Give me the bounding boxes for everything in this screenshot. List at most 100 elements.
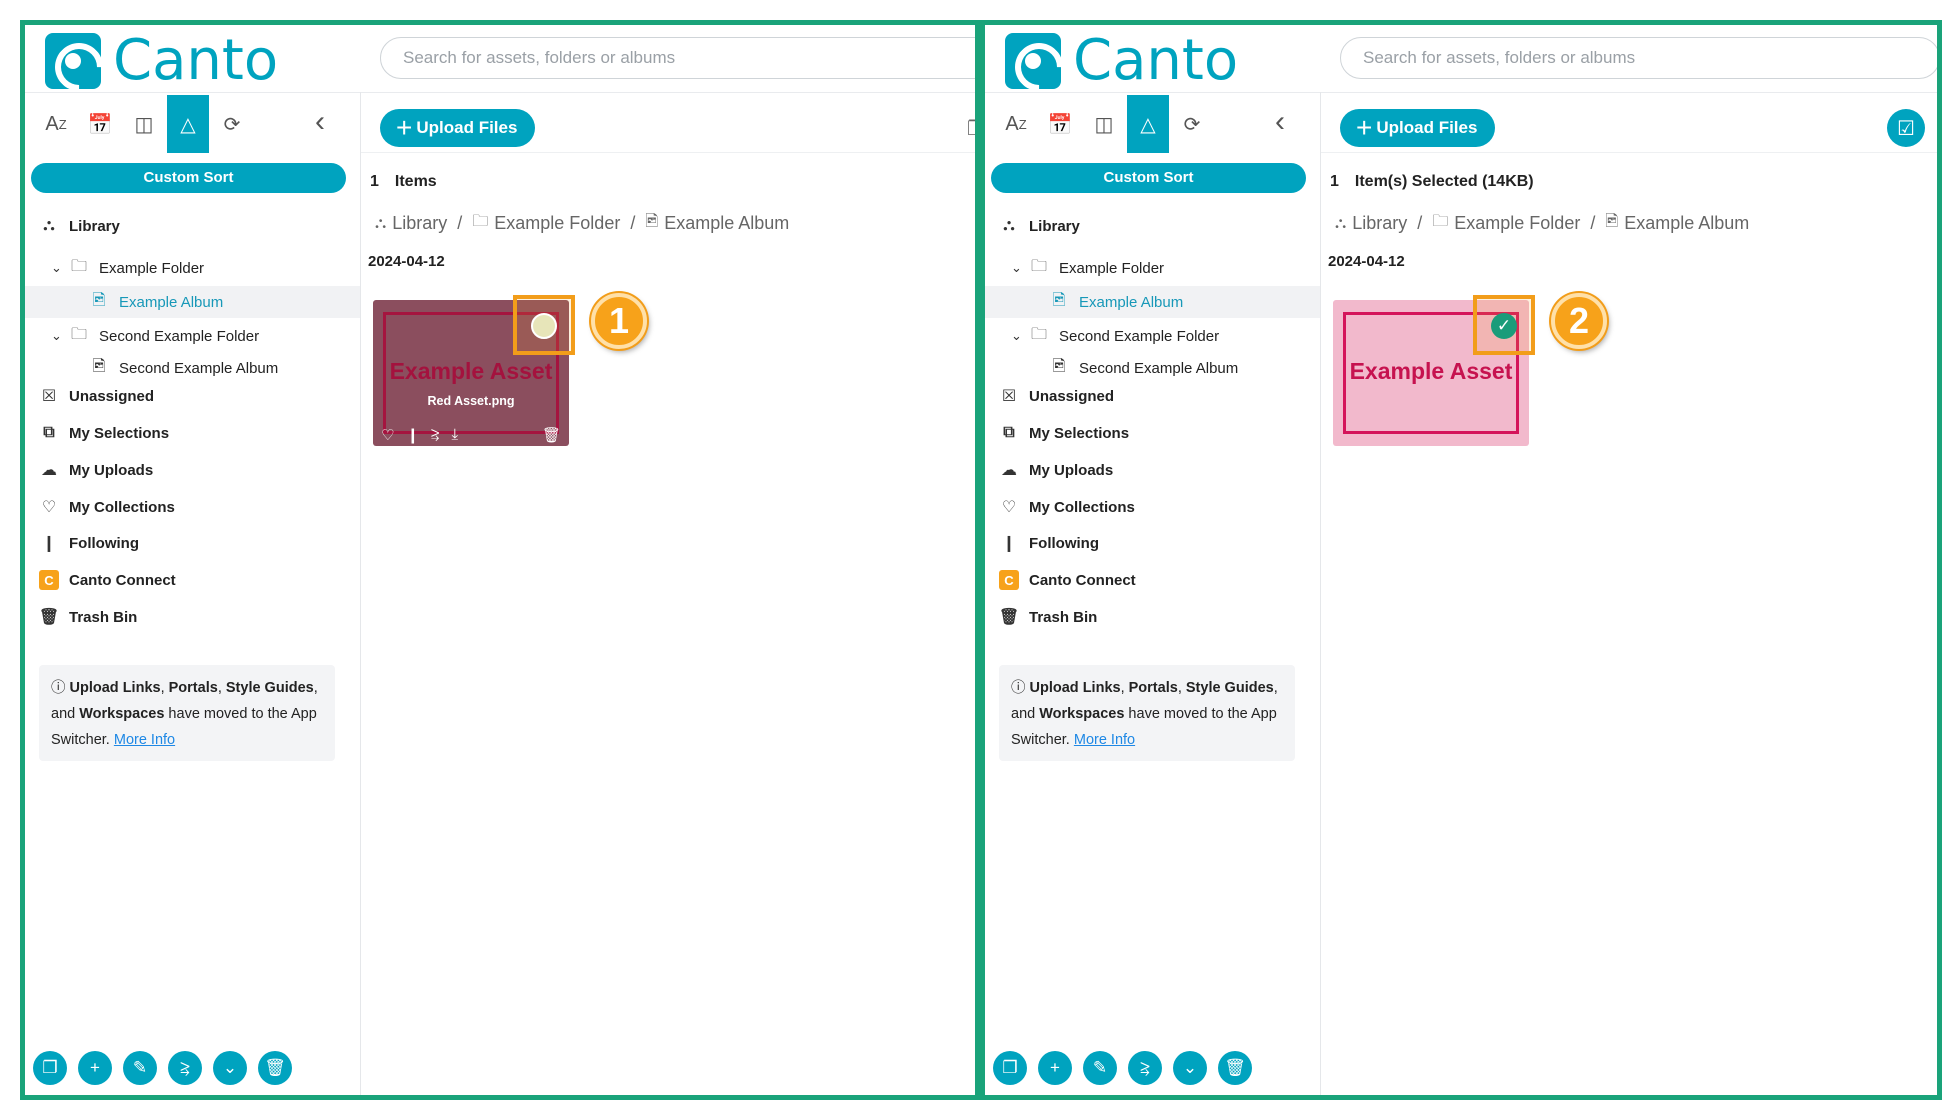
new-album-icon[interactable]: ❐ — [33, 1051, 67, 1085]
upload-cloud-icon: ☁ — [41, 462, 57, 479]
sidebar-item-library[interactable]: ⛬ Library — [25, 210, 360, 242]
new-folder-icon[interactable]: + — [78, 1051, 112, 1085]
sidebar-item-my-uploads[interactable]: ☁ My Uploads — [985, 454, 1320, 486]
sidebar-item-example-album[interactable]: 🖻 Example Album — [25, 286, 360, 318]
heart-icon[interactable]: ♡ — [381, 426, 394, 444]
folder-icon: 🗀 — [1432, 213, 1449, 230]
asset-title: Example Asset — [389, 358, 553, 384]
breadcrumb-album[interactable]: Example Album — [1624, 213, 1749, 234]
share-icon[interactable]: ⥸ — [431, 426, 439, 444]
search-input[interactable] — [380, 37, 975, 79]
upload-files-button[interactable]: + Upload Files — [380, 109, 536, 147]
sidebar-item-unassigned[interactable]: ☒ Unassigned — [25, 380, 360, 412]
sort-date-icon[interactable]: 📅 — [1039, 95, 1081, 153]
sidebar-item-following[interactable]: ❙ Following — [985, 527, 1320, 559]
new-folder-icon[interactable]: + — [1038, 1051, 1072, 1085]
sidebar-item-my-uploads[interactable]: ☁ My Uploads — [25, 454, 360, 486]
sidebar-item-canto-connect[interactable]: C Canto Connect — [985, 564, 1320, 596]
new-album-icon[interactable]: ❐ — [993, 1051, 1027, 1085]
album-icon: 🖻 — [92, 357, 106, 375]
custom-sort-button[interactable]: Custom Sort — [31, 163, 346, 193]
breadcrumb-library[interactable]: Library — [1352, 213, 1407, 234]
sort-type-icon[interactable]: △ — [167, 95, 209, 153]
chevron-down-icon[interactable]: ⌄ — [51, 260, 65, 276]
bookmark-icon: ❙ — [42, 535, 56, 552]
sort-date-icon[interactable]: 📅 — [79, 95, 121, 153]
canto-logo-icon — [45, 33, 101, 89]
folder-icon: 🗀 — [70, 257, 87, 275]
chevron-down-icon[interactable]: ⌄ — [1011, 260, 1025, 276]
sidebar-item-unassigned[interactable]: ☒ Unassigned — [985, 380, 1320, 412]
info-icon: ⓘ — [51, 680, 66, 696]
trash-icon[interactable]: 🗑 — [258, 1051, 292, 1085]
sidebar-item-example-folder[interactable]: ⌄ 🗀 Example Folder — [25, 252, 360, 284]
info-notice: ⓘ Upload Links, Portals, Style Guides, a… — [39, 665, 335, 761]
trash-icon[interactable]: 🗑 — [1218, 1051, 1252, 1085]
checkbox-unchecked-icon — [531, 313, 557, 339]
sidebar-item-my-selections[interactable]: ⧉ My Selections — [985, 417, 1320, 449]
breadcrumb-album[interactable]: Example Album — [664, 213, 789, 234]
selection-checkbox[interactable] — [513, 295, 575, 355]
sidebar-item-library[interactable]: ⛬ Library — [985, 210, 1320, 242]
edit-icon[interactable]: ✎ — [123, 1051, 157, 1085]
sidebar-divider — [360, 92, 361, 1095]
sidebar-item-second-example-folder[interactable]: ⌄ 🗀 Second Example Folder — [985, 320, 1320, 352]
canto-logo-icon — [1005, 33, 1061, 89]
stage: Canto AZ 📅 ◫ △ ⟳ ‹ Custom Sort ⛬Library … — [0, 0, 1960, 1120]
sort-type-icon[interactable]: △ — [1127, 95, 1169, 153]
items-count: 1 Item(s) Selected (14KB) — [1330, 173, 1534, 190]
trash-icon[interactable]: 🗑 — [542, 426, 561, 444]
album-icon: 🖻 — [1052, 291, 1066, 309]
custom-sort-button[interactable]: Custom Sort — [991, 163, 1306, 193]
items-count: 1 Items — [370, 173, 437, 190]
bottom-toolbar: ❐ + ✎ ⥸ ⌄ 🗑 — [33, 1051, 303, 1085]
breadcrumb-library[interactable]: Library — [392, 213, 447, 234]
more-info-link[interactable]: More Info — [1074, 732, 1135, 748]
sidebar-item-second-example-folder[interactable]: ⌄ 🗀 Second Example Folder — [25, 320, 360, 352]
chevron-down-icon[interactable]: ⌄ — [1011, 328, 1025, 344]
bookmark-icon[interactable]: ❙ — [406, 426, 419, 444]
sidebar-item-example-album[interactable]: 🖻 Example Album — [985, 286, 1320, 318]
collapse-sidebar-icon[interactable]: ‹ — [315, 107, 325, 137]
chevron-down-icon[interactable]: ⌄ — [1173, 1051, 1207, 1085]
collapse-sidebar-icon[interactable]: ‹ — [1275, 107, 1285, 137]
sort-alpha-icon[interactable]: AZ — [35, 95, 77, 153]
library-icon: ⛬ — [1003, 217, 1015, 234]
search-input[interactable] — [1340, 37, 1937, 79]
upload-files-button[interactable]: + Upload Files — [1340, 109, 1496, 147]
canto-logo[interactable]: Canto — [1005, 33, 1238, 89]
sidebar-item-my-collections[interactable]: ♡ My Collections — [25, 491, 360, 523]
sidebar-item-my-selections[interactable]: ⧉ My Selections — [25, 417, 360, 449]
edit-icon[interactable]: ✎ — [1083, 1051, 1117, 1085]
breadcrumb-folder[interactable]: Example Folder — [1454, 213, 1580, 234]
sort-refresh-icon[interactable]: ⟳ — [1171, 95, 1213, 153]
sidebar-item-canto-connect[interactable]: C Canto Connect — [25, 564, 360, 596]
sidebar-item-trash-bin[interactable]: 🗑 Trash Bin — [985, 601, 1320, 633]
heart-icon: ♡ — [1001, 499, 1017, 516]
selection-checkbox[interactable]: ✓ — [1473, 295, 1535, 355]
sort-size-icon[interactable]: ◫ — [123, 95, 165, 153]
sort-alpha-icon[interactable]: AZ — [995, 95, 1037, 153]
sidebar-item-trash-bin[interactable]: 🗑 Trash Bin — [25, 601, 360, 633]
canto-connect-icon: C — [999, 570, 1019, 590]
folder-icon: 🗀 — [1030, 325, 1047, 343]
share-icon[interactable]: ⥸ — [1128, 1051, 1162, 1085]
breadcrumb-folder[interactable]: Example Folder — [494, 213, 620, 234]
sort-size-icon[interactable]: ◫ — [1083, 95, 1125, 153]
sort-refresh-icon[interactable]: ⟳ — [211, 95, 253, 153]
album-icon: 🖻 — [1605, 213, 1619, 230]
toolbar-divider — [1321, 152, 1937, 153]
library-icon: ⛬ — [1335, 214, 1347, 232]
share-icon[interactable]: ⥸ — [168, 1051, 202, 1085]
toolbar-divider — [361, 152, 975, 153]
chevron-down-icon[interactable]: ⌄ — [51, 328, 65, 344]
more-info-link[interactable]: More Info — [114, 732, 175, 748]
select-all-checkbox-icon[interactable]: ☑ — [1887, 109, 1925, 147]
sidebar-item-example-folder[interactable]: ⌄ 🗀 Example Folder — [985, 252, 1320, 284]
multi-select-icon[interactable]: ❐ — [957, 109, 975, 147]
canto-logo[interactable]: Canto — [45, 33, 278, 89]
sidebar-item-following[interactable]: ❙ Following — [25, 527, 360, 559]
chevron-down-icon[interactable]: ⌄ — [213, 1051, 247, 1085]
download-icon[interactable]: ⤓ — [452, 426, 459, 444]
sidebar-item-my-collections[interactable]: ♡ My Collections — [985, 491, 1320, 523]
